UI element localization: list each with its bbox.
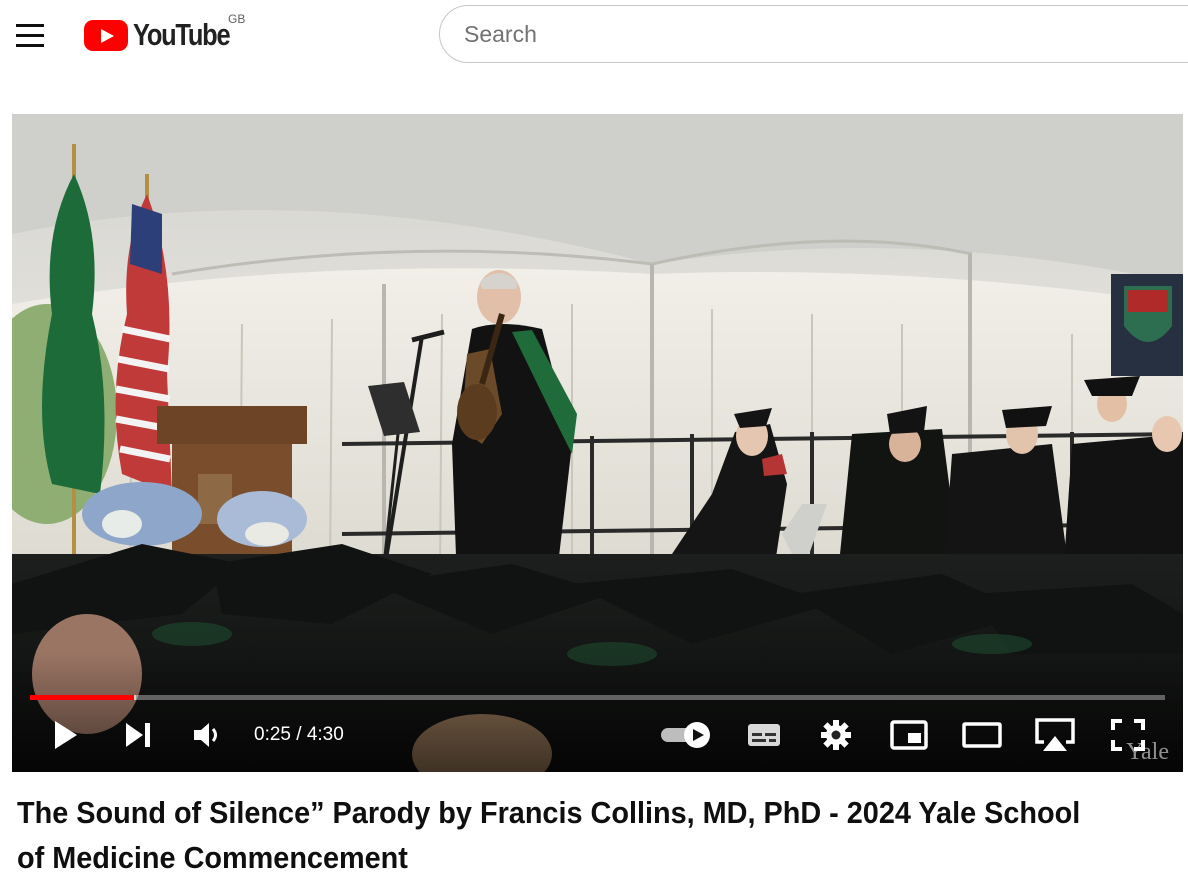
search-input[interactable] — [439, 5, 1188, 63]
video-player[interactable]: 0:25 / 4:30 Yale — [12, 114, 1183, 772]
video-title: The Sound of Silence” Parody by Francis … — [17, 795, 1081, 875]
miniplayer-button[interactable] — [888, 716, 930, 754]
subtitles-icon — [748, 724, 780, 746]
menu-button[interactable] — [14, 22, 46, 48]
theater-mode-icon — [962, 722, 1002, 748]
play-button[interactable] — [48, 716, 84, 754]
progress-bar[interactable] — [30, 695, 1165, 700]
miniplayer-icon — [890, 720, 928, 750]
yale-watermark: Yale — [1126, 739, 1169, 765]
youtube-logo[interactable]: YouTube — [84, 17, 251, 52]
play-icon — [55, 721, 77, 749]
next-button[interactable] — [120, 716, 156, 754]
youtube-logo-icon — [84, 19, 128, 51]
autoplay-toggle-icon — [661, 722, 710, 748]
logo-text: YouTube — [133, 17, 231, 52]
controls-gradient — [12, 652, 1183, 772]
theater-mode-button[interactable] — [960, 716, 1004, 754]
subtitles-button[interactable] — [744, 716, 784, 754]
airplay-button[interactable] — [1032, 716, 1078, 754]
airplay-icon — [1035, 718, 1075, 751]
volume-button[interactable] — [190, 716, 226, 754]
autoplay-toggle[interactable] — [658, 716, 714, 754]
played-progress — [30, 695, 135, 700]
settings-button[interactable] — [818, 716, 854, 754]
time-display: 0:25 / 4:30 — [254, 724, 344, 745]
volume-icon — [194, 723, 217, 747]
next-icon — [126, 723, 150, 747]
settings-gear-icon — [821, 720, 851, 750]
country-code: GB — [228, 12, 246, 26]
